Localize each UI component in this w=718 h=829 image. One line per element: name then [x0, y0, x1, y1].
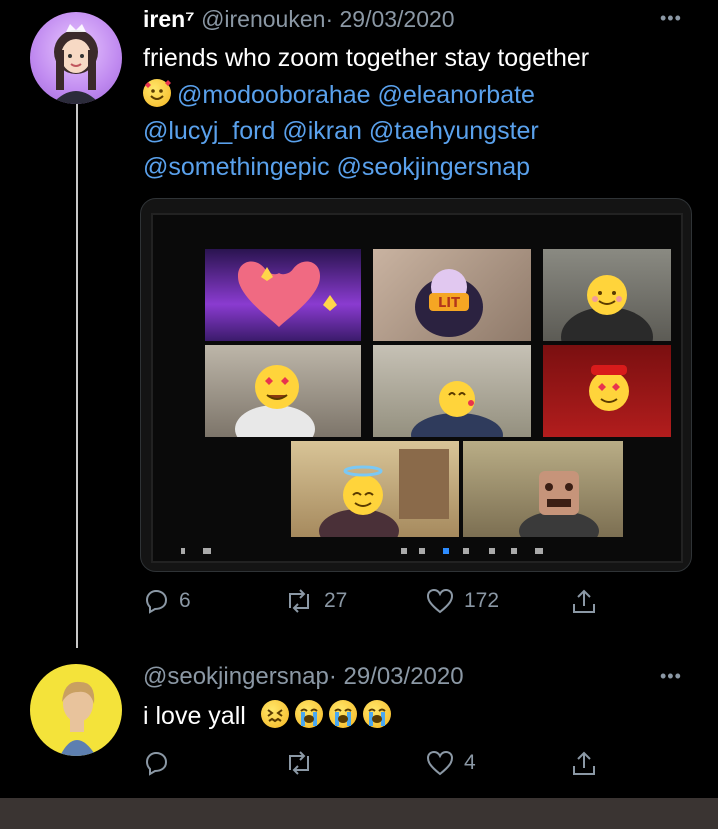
retweet-icon	[284, 588, 314, 614]
author-handle[interactable]: @irenouken	[201, 6, 325, 32]
reply-more-options-icon[interactable]: •••	[660, 666, 682, 687]
video-tile-concert	[205, 249, 361, 341]
heart-icon	[426, 750, 454, 776]
tweet-date[interactable]: · 29/03/2020	[325, 6, 454, 32]
video-tile-3	[543, 249, 671, 367]
reply-icon	[143, 750, 169, 776]
reply-date[interactable]: · 29/03/2020	[329, 663, 464, 690]
loudly-crying-face-emoji	[294, 700, 323, 728]
share-icon	[570, 750, 598, 778]
reply-text-row: i love yall	[143, 700, 397, 731]
loudly-crying-face-emoji	[362, 700, 391, 728]
reply-author-handle[interactable]: @seokjingersnap	[143, 663, 329, 690]
reply-like-count: 4	[464, 751, 476, 774]
video-tile-7	[291, 441, 459, 553]
tweet-mentions-line-1: @modooborahae @eleanorbate	[143, 77, 535, 114]
reply-header: @seokjingersnap· 29/03/2020	[143, 663, 464, 691]
video-tile-4	[205, 345, 361, 453]
tweet-media-photo[interactable]: LIT	[140, 198, 692, 572]
tweet-actions: 6 27 172	[0, 588, 718, 622]
mentions-line-2[interactable]: @lucyj_ford @ikran @taehyungster	[143, 113, 539, 150]
tweet-text: friends who zoom together stay together	[143, 44, 590, 72]
zoom-toolbar	[167, 545, 667, 557]
reply-author-avatar[interactable]	[30, 664, 122, 756]
reply-text: i love yall	[143, 702, 246, 730]
like-button[interactable]: 172	[426, 588, 499, 614]
author-avatar[interactable]	[30, 12, 122, 104]
reply-button[interactable]: 6	[143, 588, 191, 614]
video-tile-lit: LIT	[373, 249, 531, 341]
share-button[interactable]	[570, 588, 598, 616]
like-count: 172	[464, 589, 500, 612]
reply-share-button[interactable]	[570, 750, 598, 778]
heart-icon	[426, 588, 454, 614]
retweet-count: 27	[324, 589, 348, 612]
video-tile-5	[373, 345, 531, 457]
loudly-crying-face-emoji	[328, 700, 357, 728]
zoom-call-screen: LIT	[151, 213, 683, 563]
video-tile-8	[463, 441, 623, 551]
reply-like-button[interactable]: 4	[426, 750, 476, 776]
thread-connector-line	[76, 100, 78, 648]
retweet-icon	[284, 750, 314, 776]
share-icon	[570, 588, 598, 616]
reply-retweet-button[interactable]	[284, 750, 324, 776]
retweet-button[interactable]: 27	[284, 588, 347, 614]
video-tile-6	[543, 345, 671, 437]
mentions-line-1[interactable]: @modooborahae @eleanorbate	[177, 81, 535, 109]
bottom-bar	[0, 798, 718, 829]
smiling-face-with-hearts-emoji	[143, 79, 171, 107]
author-name[interactable]: iren⁷	[143, 6, 195, 32]
lit-label: LIT	[438, 296, 460, 311]
mentions-line-3[interactable]: @somethingepic @seokjingersnap	[143, 149, 530, 186]
reply-count: 6	[179, 589, 191, 612]
reply-actions: 4	[0, 750, 718, 784]
reply-reply-button[interactable]	[143, 750, 179, 776]
tweet-header: iren⁷ @irenouken· 29/03/2020	[143, 6, 455, 33]
reply-icon	[143, 588, 169, 614]
more-options-icon[interactable]: •••	[660, 8, 682, 29]
confounded-face-emoji	[260, 700, 289, 728]
